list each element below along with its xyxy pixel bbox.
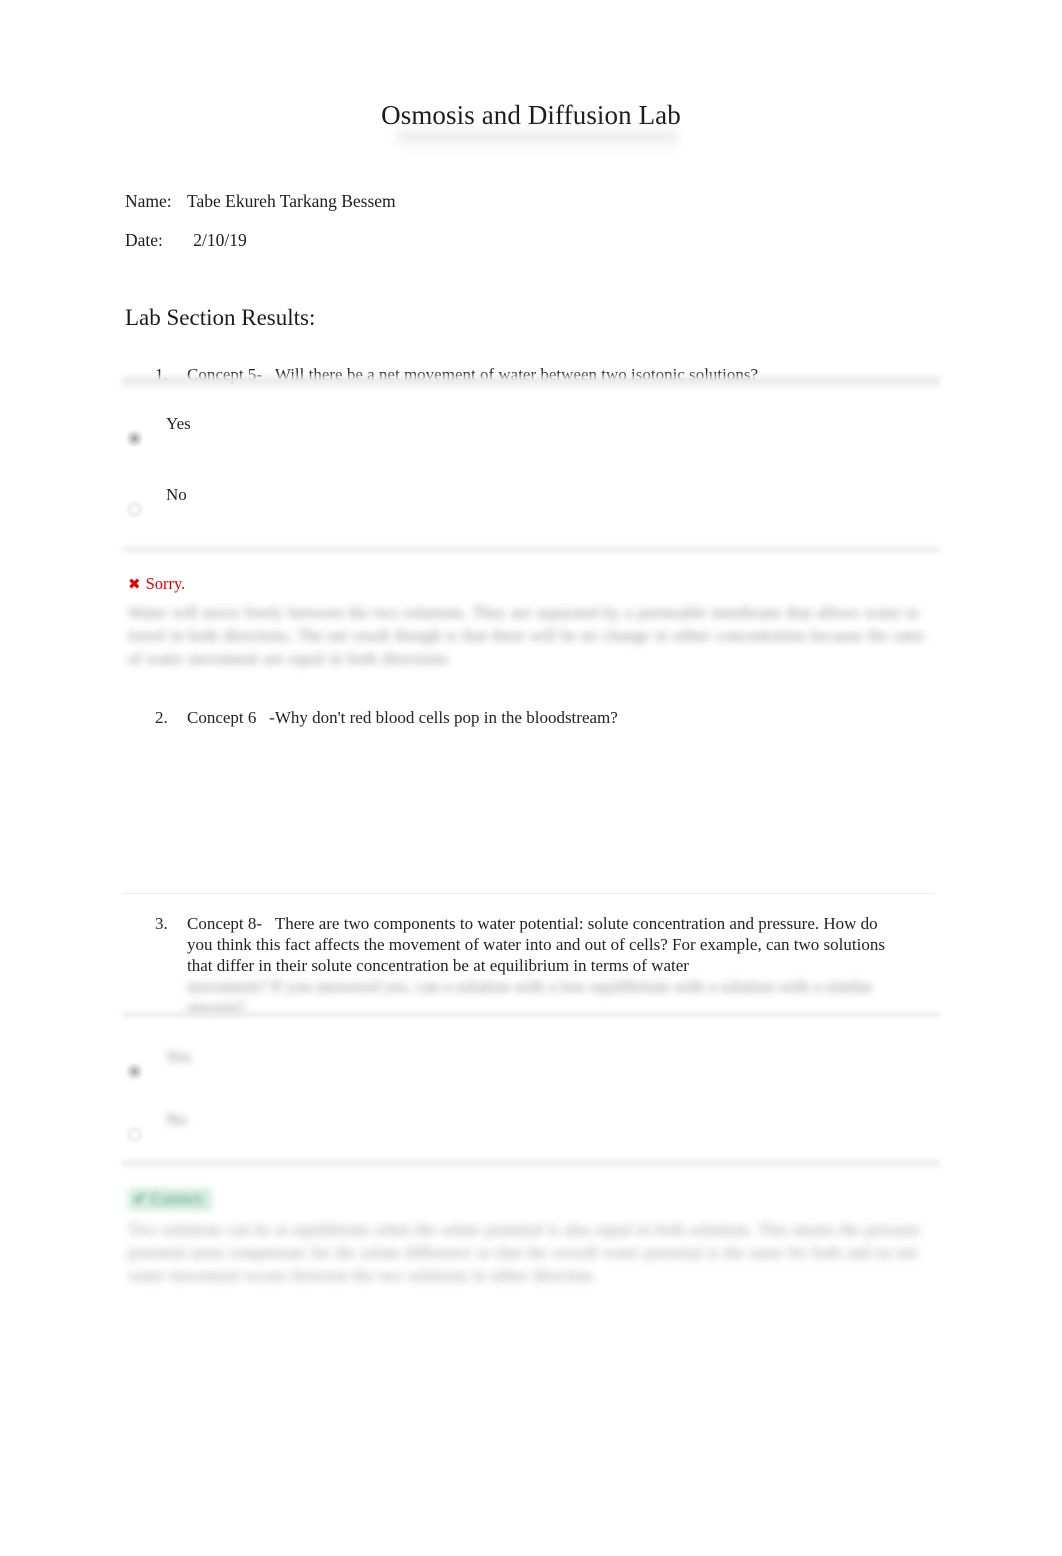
name-value: Tabe Ekureh Tarkang Bessem	[187, 191, 396, 211]
question-2: 2. Concept 6 -Why don't red blood cells …	[155, 707, 885, 728]
divider-after-question-1-options	[122, 545, 940, 554]
question-3-prompt: There are two components to water potent…	[187, 914, 885, 975]
question-1: 1. Concept 5- Will there be a net moveme…	[155, 364, 885, 385]
question-1-feedback: ✖ Sorry. Water will move freely between t…	[128, 574, 933, 670]
question-3-text: Concept 8- There are two components to w…	[187, 913, 885, 976]
question-2-concept: Concept 6	[187, 708, 257, 727]
question-1-prompt: Will there be a net movement of water be…	[274, 365, 759, 384]
question-3-feedback-status-label: Correct.	[150, 1189, 205, 1208]
check-mark-icon: ✔	[133, 1189, 147, 1208]
question-1-option-yes-label: Yes	[166, 414, 191, 433]
question-1-number: 1.	[155, 365, 168, 384]
radio-button-icon[interactable]	[128, 1065, 141, 1078]
name-label: Name:	[125, 191, 172, 211]
question-1-text: Concept 5- Will there be a net movement …	[187, 364, 885, 385]
divider-after-question-2	[122, 893, 934, 894]
question-2-prompt: -Why don't red blood cells pop in the bl…	[269, 708, 618, 727]
question-3-feedback-status: ✔ Correct.	[128, 1188, 933, 1211]
question-2-answer-area[interactable]	[155, 740, 915, 885]
question-3: 3. Concept 8- There are two components t…	[155, 913, 885, 1018]
question-3-number: 3.	[155, 914, 168, 933]
question-1-feedback-status-label: Sorry.	[145, 574, 186, 593]
question-1-feedback-explanation: Water will move freely between the two s…	[128, 603, 925, 668]
question-2-text: Concept 6 -Why don't red blood cells pop…	[187, 707, 885, 728]
divider-after-question-3-options	[122, 1158, 940, 1169]
question-1-concept: Concept 5-	[187, 365, 263, 384]
date-value: 2/10/19	[193, 230, 247, 250]
question-3-feedback: ✔ Correct. Two solutions can be at equil…	[128, 1188, 933, 1287]
radio-button-icon[interactable]	[128, 432, 141, 445]
radio-button-icon[interactable]	[128, 1128, 141, 1141]
date-field-row: Date: 2/10/19	[125, 230, 247, 251]
document-page: Osmosis and Diffusion Lab Name: Tabe Eku…	[0, 0, 1062, 1556]
question-3-option-no-label: No	[166, 1110, 187, 1129]
cross-mark-icon: ✖	[128, 577, 141, 593]
radio-button-icon[interactable]	[128, 503, 141, 516]
question-3-feedback-status-badge: ✔ Correct.	[128, 1188, 212, 1211]
question-3-prompt-redacted: movement? If you answered yes, can a sol…	[187, 977, 873, 1017]
section-heading: Lab Section Results:	[125, 305, 316, 330]
question-1-feedback-status: ✖ Sorry.	[128, 574, 933, 594]
date-label: Date:	[125, 230, 163, 250]
question-3-feedback-explanation: Two solutions can be at equilibrium when…	[128, 1220, 921, 1285]
question-1-option-no-label: No	[166, 485, 187, 504]
name-field-row: Name: Tabe Ekureh Tarkang Bessem	[125, 191, 396, 212]
page-title: Osmosis and Diffusion Lab	[381, 100, 681, 130]
title-blur-smudge	[398, 131, 678, 151]
question-3-option-yes-label: Yes	[166, 1047, 191, 1066]
question-3-concept: Concept 8-	[187, 914, 263, 933]
question-2-number: 2.	[155, 708, 168, 727]
